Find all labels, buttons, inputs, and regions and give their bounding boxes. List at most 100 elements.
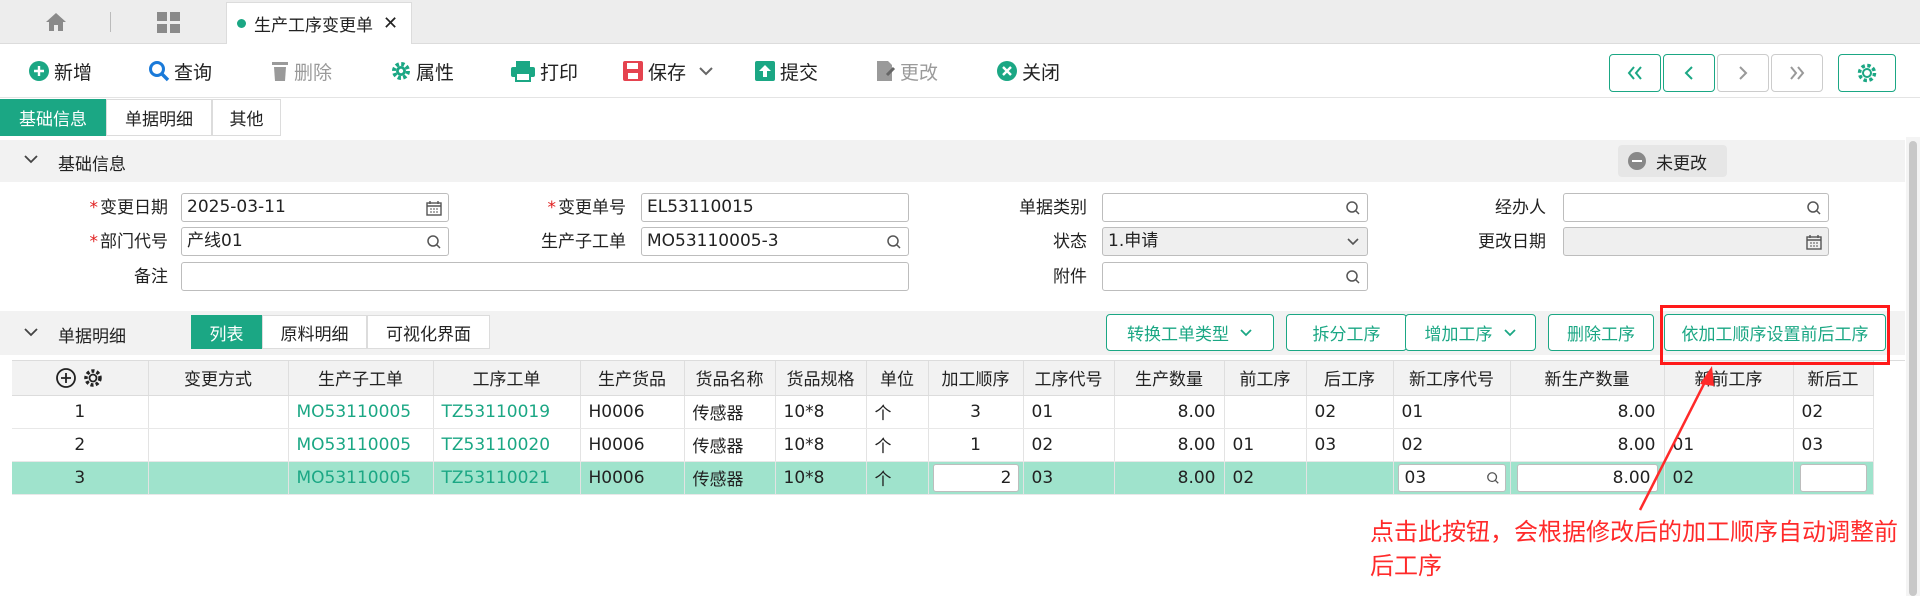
cell-prev[interactable]: 01 [1224, 428, 1307, 462]
cell-new-op-editor[interactable]: 03 [1393, 461, 1511, 495]
cell-unit[interactable]: 个 [866, 428, 929, 462]
delete-button[interactable]: 删除 [270, 57, 332, 85]
remove-op-button[interactable]: 删除工序 [1548, 314, 1654, 351]
vertical-scrollbar[interactable] [1906, 137, 1920, 596]
state-select[interactable]: 1.申请 [1102, 227, 1368, 256]
col-header[interactable]: 新后工 [1793, 361, 1874, 396]
cell-product[interactable]: H0006 [580, 428, 685, 462]
sub-order-field[interactable]: MO53110005-3 [641, 227, 909, 256]
cell-product[interactable]: H0006 [580, 395, 685, 429]
search-icon[interactable] [1345, 269, 1361, 285]
cell-sub-order-link[interactable]: MO53110005 [288, 461, 434, 495]
search-icon[interactable] [426, 234, 442, 250]
add-op-button[interactable]: 增加工序 [1405, 314, 1536, 351]
col-header[interactable]: 新工序代号 [1393, 361, 1511, 396]
cell-new-next[interactable]: 03 [1793, 428, 1874, 462]
document-tab[interactable]: 生产工序变更单 ✕ [226, 2, 412, 44]
col-header[interactable]: 加工顺序 [928, 361, 1024, 396]
settings-button[interactable] [1838, 54, 1896, 92]
remark-field[interactable] [181, 262, 909, 291]
search-icon[interactable] [886, 234, 902, 250]
properties-button[interactable]: 属性 [390, 57, 454, 85]
cell-next[interactable]: 03 [1306, 428, 1394, 462]
cell-spec[interactable]: 10*8 [775, 395, 867, 429]
search-icon[interactable] [1806, 200, 1822, 216]
calendar-icon[interactable] [426, 200, 442, 216]
save-button[interactable]: 保存 [622, 57, 686, 85]
split-op-button[interactable]: 拆分工序 [1286, 314, 1407, 351]
col-header[interactable]: 生产货品 [580, 361, 685, 396]
cell-next[interactable] [1306, 461, 1394, 495]
cell-product[interactable]: H0006 [580, 461, 685, 495]
convert-type-button[interactable]: 转换工单类型 [1106, 314, 1274, 351]
change-date-field[interactable]: 2025-03-11 [181, 193, 449, 222]
apps-grid-icon[interactable] [154, 10, 184, 36]
cell-method[interactable] [148, 461, 289, 495]
col-header[interactable]: 后工序 [1306, 361, 1394, 396]
tab-doc-detail[interactable]: 单据明细 [106, 99, 212, 136]
table-row[interactable]: 2 MO53110005 TZ53110020 H0006 传感器 10*8 个… [12, 428, 1874, 462]
print-button[interactable]: 打印 [510, 57, 578, 85]
next-record-button[interactable] [1717, 54, 1769, 92]
col-header[interactable]: 货品名称 [684, 361, 776, 396]
search-icon[interactable] [1486, 471, 1500, 485]
cell-op-code[interactable]: 03 [1023, 461, 1115, 495]
last-record-button[interactable] [1771, 54, 1823, 92]
col-header[interactable]: 工序工单 [433, 361, 581, 396]
cell-spec[interactable]: 10*8 [775, 428, 867, 462]
cell-op-order-link[interactable]: TZ53110021 [433, 461, 581, 495]
cell-new-op[interactable]: 02 [1393, 428, 1511, 462]
add-row-icon[interactable] [55, 367, 77, 389]
handler-field[interactable] [1563, 193, 1829, 222]
calendar-icon[interactable] [1806, 234, 1822, 250]
new-button[interactable]: 新增 [28, 57, 92, 85]
cell-method[interactable] [148, 428, 289, 462]
table-row-selected[interactable]: 3 MO53110005 TZ53110021 H0006 传感器 10*8 个… [12, 461, 1874, 495]
tab-other[interactable]: 其他 [212, 99, 281, 136]
search-icon[interactable] [1345, 200, 1361, 216]
home-icon[interactable] [40, 10, 72, 34]
col-header[interactable]: 工序代号 [1023, 361, 1115, 396]
cell-spec[interactable]: 10*8 [775, 461, 867, 495]
save-dropdown[interactable] [698, 57, 718, 85]
cell-unit[interactable]: 个 [866, 461, 929, 495]
new-op-input[interactable]: 03 [1397, 463, 1506, 492]
cell-prev[interactable] [1224, 395, 1307, 429]
view-tab-materials[interactable]: 原料明细 [262, 315, 367, 349]
view-tab-visual[interactable]: 可视化界面 [367, 315, 490, 349]
cell-qty[interactable]: 8.00 [1114, 461, 1225, 495]
cell-name[interactable]: 传感器 [684, 428, 776, 462]
change-button[interactable]: 更改 [874, 57, 938, 85]
close-tab-icon[interactable]: ✕ [383, 13, 398, 34]
submit-button[interactable]: 提交 [754, 57, 818, 85]
view-tab-list[interactable]: 列表 [191, 315, 262, 349]
cell-seq-editor[interactable]: 2 [928, 461, 1024, 495]
cell-op-code[interactable]: 02 [1023, 428, 1115, 462]
cell-prev[interactable]: 02 [1224, 461, 1307, 495]
cell-op-order-link[interactable]: TZ53110020 [433, 428, 581, 462]
cell-next[interactable]: 02 [1306, 395, 1394, 429]
column-settings-icon[interactable] [82, 367, 104, 389]
change-no-field[interactable]: EL53110015 [641, 193, 909, 222]
cell-sub-order-link[interactable]: MO53110005 [288, 395, 434, 429]
col-header[interactable]: 前工序 [1224, 361, 1307, 396]
modify-date-field[interactable] [1563, 227, 1829, 256]
col-header[interactable]: 货品规格 [775, 361, 867, 396]
cell-qty[interactable]: 8.00 [1114, 428, 1225, 462]
cell-seq[interactable]: 1 [928, 428, 1024, 462]
cell-new-next-editor[interactable] [1793, 461, 1874, 495]
prev-record-button[interactable] [1663, 54, 1715, 92]
col-header[interactable]: 生产数量 [1114, 361, 1225, 396]
col-header[interactable]: 变更方式 [148, 361, 289, 396]
cell-qty[interactable]: 8.00 [1114, 395, 1225, 429]
dept-field[interactable]: 产线01 [181, 227, 449, 256]
first-record-button[interactable] [1609, 54, 1661, 92]
col-header[interactable]: 生产子工单 [288, 361, 434, 396]
cell-op-code[interactable]: 01 [1023, 395, 1115, 429]
tab-basic-info[interactable]: 基础信息 [0, 99, 106, 136]
attachment-field[interactable] [1102, 262, 1368, 291]
cell-name[interactable]: 传感器 [684, 395, 776, 429]
cell-method[interactable] [148, 395, 289, 429]
cell-sub-order-link[interactable]: MO53110005 [288, 428, 434, 462]
cell-new-next[interactable]: 02 [1793, 395, 1874, 429]
